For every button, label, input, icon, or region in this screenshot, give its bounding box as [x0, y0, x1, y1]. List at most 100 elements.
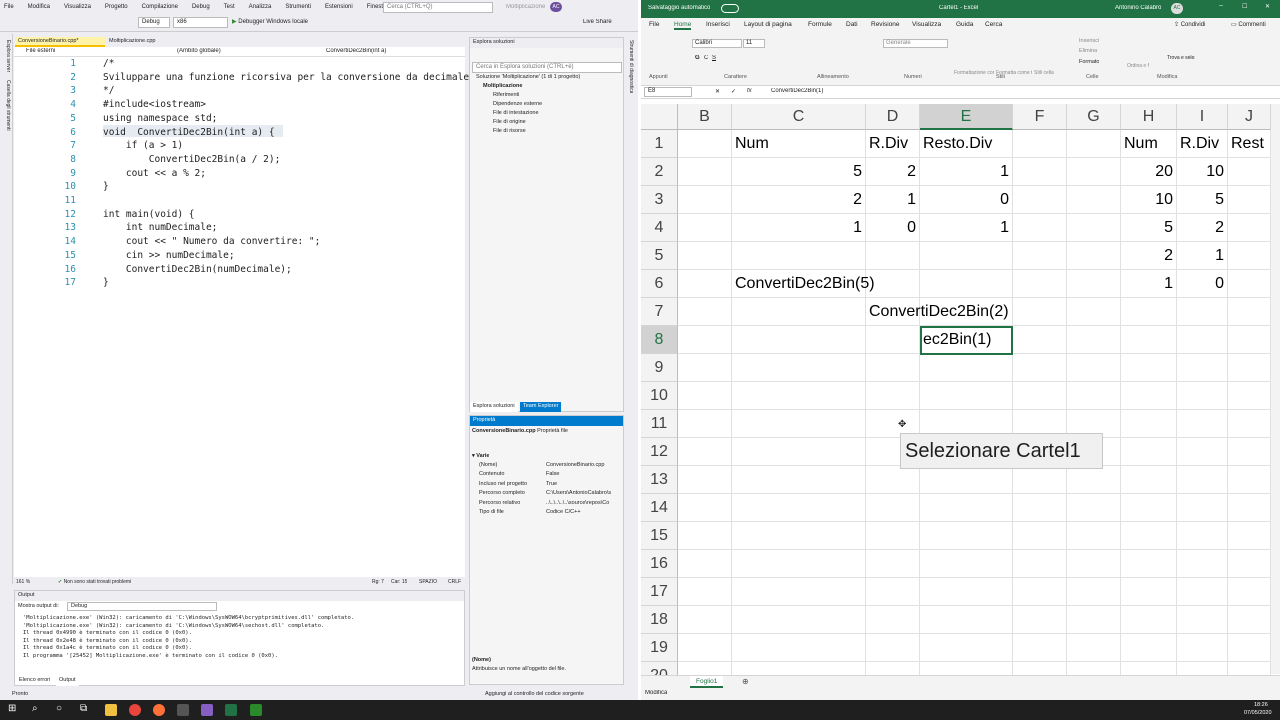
- sheet-tab-foglio1[interactable]: Foglio1: [690, 676, 724, 688]
- side-label-server[interactable]: Esplora server: [5, 40, 11, 72]
- find-select-button[interactable]: Trova e seleziona: [1167, 55, 1195, 61]
- visual-studio-icon[interactable]: [201, 704, 213, 716]
- cell-D7[interactable]: ConvertiDec2Bin(2): [869, 298, 1009, 326]
- ribbon-tab[interactable]: Dati: [846, 21, 858, 28]
- property-row[interactable]: (Nome) ConversioneBinario.cpp: [470, 462, 623, 471]
- cell-H1[interactable]: Num: [1124, 130, 1158, 158]
- app-icon[interactable]: [177, 704, 189, 716]
- number-format-select[interactable]: Generale: [883, 39, 948, 48]
- right-side-label[interactable]: Strumenti di diagnostica: [628, 40, 634, 93]
- side-label-toolbox[interactable]: Casella degli strumenti: [5, 80, 11, 131]
- code-line[interactable]: /*: [103, 58, 114, 69]
- code-line[interactable]: cout << " Numero da convertire: ";: [103, 236, 320, 247]
- ribbon-tab[interactable]: Revisione: [871, 21, 900, 28]
- close-icon[interactable]: ✕: [1265, 3, 1270, 10]
- cell-I1[interactable]: R.Div: [1180, 130, 1219, 158]
- cell-D2[interactable]: 2: [866, 158, 916, 186]
- property-row[interactable]: Percorso relativo ..\..\..\..\..\source\r…: [470, 500, 623, 509]
- code-line[interactable]: #include<iostream>: [103, 99, 206, 110]
- code-line[interactable]: if (a > 1): [103, 140, 183, 151]
- column-header[interactable]: G: [1067, 104, 1121, 130]
- ribbon-tab[interactable]: Cerca: [985, 21, 1002, 28]
- enter-icon[interactable]: ✓: [731, 88, 736, 95]
- column-header[interactable]: C: [732, 104, 866, 130]
- cell-I3[interactable]: 5: [1177, 186, 1224, 214]
- cell-C1[interactable]: Num: [735, 130, 769, 158]
- cell-D1[interactable]: R.Div: [869, 130, 908, 158]
- excel-user[interactable]: Antonino Calabrò: [1115, 5, 1161, 11]
- cell-H5[interactable]: 2: [1121, 242, 1173, 270]
- tab-moltiplicazione[interactable]: Moltiplicazione.cpp: [106, 37, 176, 47]
- nav-project[interactable]: File esterni: [26, 48, 55, 54]
- column-header[interactable]: J: [1228, 104, 1271, 130]
- tab-output[interactable]: Output: [56, 676, 79, 686]
- row-header[interactable]: 8: [641, 326, 678, 354]
- property-row[interactable]: Incluso nel progetto True: [470, 481, 623, 490]
- tab-conversione[interactable]: ConversioneBinario.cpp*: [15, 37, 105, 47]
- cell-E4[interactable]: 1: [920, 214, 1009, 242]
- row-header[interactable]: 4: [641, 214, 678, 242]
- vs-menu-item[interactable]: Modifica: [26, 0, 52, 14]
- clock-time[interactable]: 18:26: [1254, 702, 1268, 708]
- properties-object[interactable]: ConversioneBinario.cpp Proprietà file: [472, 428, 568, 434]
- excel-avatar[interactable]: AC: [1171, 3, 1183, 14]
- column-header[interactable]: E: [920, 104, 1013, 130]
- cell-C2[interactable]: 5: [732, 158, 862, 186]
- search-icon[interactable]: ⌕: [32, 703, 38, 714]
- vs-menu-item[interactable]: Progetto: [103, 0, 130, 14]
- platform-select[interactable]: x86: [173, 17, 228, 28]
- explorer-icon[interactable]: [105, 704, 117, 716]
- cell-styles-button[interactable]: Stili cella: [1034, 70, 1060, 76]
- code-line[interactable]: ConvertiDec2Bin(a / 2);: [103, 154, 281, 165]
- source-control-button[interactable]: Aggiungi al controllo del codice sorgent…: [485, 691, 584, 697]
- code-line[interactable]: }: [103, 277, 109, 288]
- add-sheet-icon[interactable]: ⊕: [742, 677, 749, 686]
- cell-I6[interactable]: 0: [1177, 270, 1224, 298]
- font-family-select[interactable]: Calibri: [692, 39, 742, 48]
- property-row[interactable]: Contenuto False: [470, 471, 623, 480]
- vs-user-avatar[interactable]: AC: [550, 2, 562, 12]
- debugger-button[interactable]: ▶ Debugger Windows locale: [232, 18, 308, 25]
- nav-scope[interactable]: (Ambito globale): [177, 48, 221, 54]
- cell-D4[interactable]: 0: [866, 214, 916, 242]
- firefox-icon[interactable]: [153, 704, 165, 716]
- vs-menu-item[interactable]: File: [2, 0, 16, 14]
- cell-C3[interactable]: 2: [732, 186, 862, 214]
- cell-J1[interactable]: Rest: [1231, 130, 1264, 158]
- nav-member[interactable]: ConvertiDec2Bin(int a): [326, 48, 386, 54]
- solution-tree-item[interactable]: File di intestazione: [493, 110, 539, 116]
- delete-button[interactable]: Elimina: [1079, 48, 1097, 54]
- vs-menu-item[interactable]: Test: [222, 0, 237, 14]
- cell-H4[interactable]: 5: [1121, 214, 1173, 242]
- cell-C4[interactable]: 1: [732, 214, 862, 242]
- row-header[interactable]: 10: [641, 382, 678, 410]
- cell-H2[interactable]: 20: [1121, 158, 1173, 186]
- solution-search-input[interactable]: Cerca in Esplora soluzioni (CTRL+è): [472, 62, 622, 73]
- solution-tree-item[interactable]: Moltiplicazione: [483, 83, 522, 89]
- code-line[interactable]: int numDecimale;: [103, 222, 218, 233]
- tab-error-list[interactable]: Elenco errori: [16, 676, 53, 686]
- chrome-icon[interactable]: [129, 704, 141, 716]
- solution-tree-item[interactable]: Soluzione 'Moltiplicazione' (1 di 1 prog…: [476, 74, 580, 80]
- row-header[interactable]: 1: [641, 130, 678, 158]
- formula-input[interactable]: ConvertiDec2Bin(1): [771, 88, 823, 94]
- row-header[interactable]: 17: [641, 578, 678, 606]
- clock-date[interactable]: 07/05/2020: [1244, 710, 1272, 716]
- cell-E1[interactable]: Resto.Div: [923, 130, 992, 158]
- function-icon[interactable]: fx: [747, 88, 752, 94]
- cell-H3[interactable]: 10: [1121, 186, 1173, 214]
- cell-C6[interactable]: ConvertiDec2Bin(5): [735, 270, 875, 298]
- cortana-icon[interactable]: ○: [56, 703, 62, 714]
- code-line[interactable]: }: [103, 181, 109, 192]
- code-line[interactable]: cin >> numDecimale;: [103, 250, 235, 261]
- row-header[interactable]: 11: [641, 410, 678, 438]
- column-header[interactable]: D: [866, 104, 920, 130]
- code-line[interactable]: int main(void) {: [103, 209, 195, 220]
- task-view-icon[interactable]: ⧉: [80, 703, 87, 714]
- property-row[interactable]: Percorso completo C:\Users\AntonioCalabro…: [470, 490, 623, 499]
- cell-I5[interactable]: 1: [1177, 242, 1224, 270]
- insert-button[interactable]: Inserisci: [1079, 38, 1099, 44]
- vs-menu-item[interactable]: Strumenti: [283, 0, 313, 14]
- code-line[interactable]: ConvertiDec2Bin(numDecimale);: [103, 264, 292, 275]
- vs-menu-item[interactable]: Compilazione: [140, 0, 180, 14]
